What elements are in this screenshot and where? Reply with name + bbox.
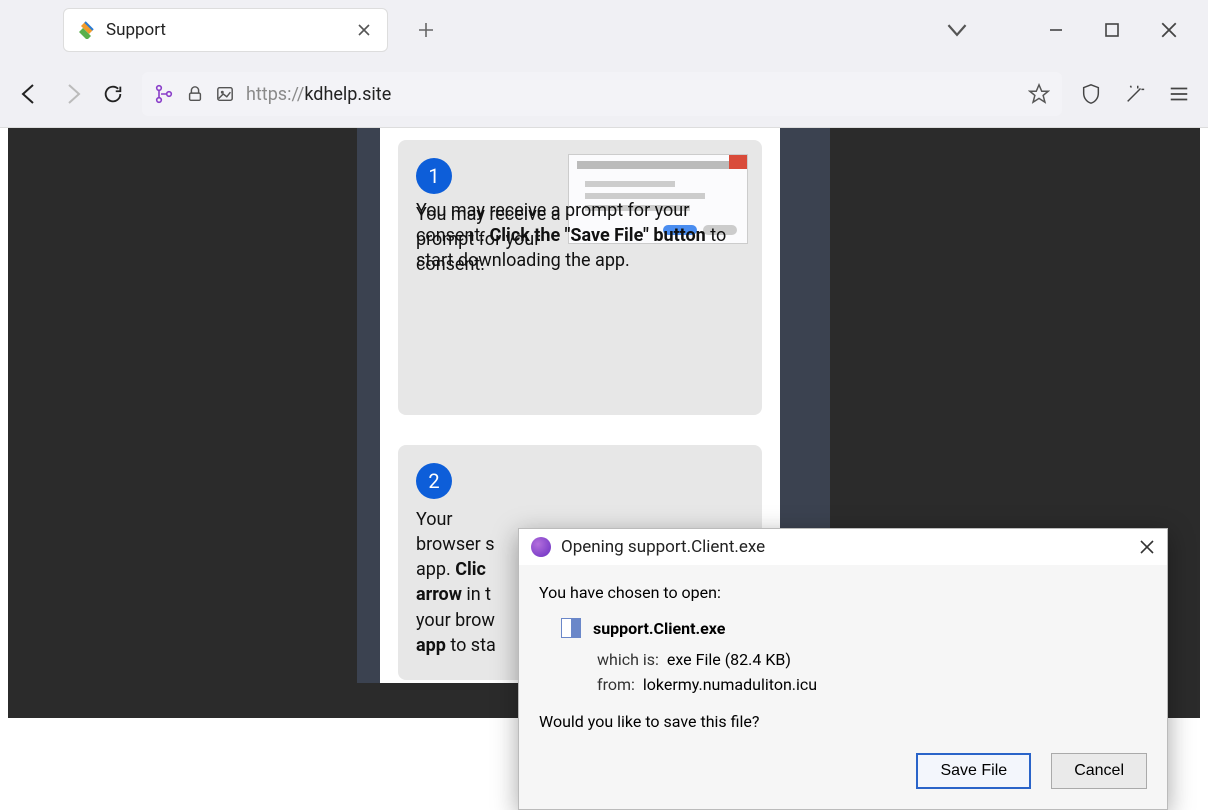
source-control-icon [154, 84, 174, 104]
hamburger-menu-icon[interactable] [1168, 83, 1190, 105]
dialog-chosen-text: You have chosen to open: [539, 583, 1147, 602]
instruction-text-1-full: You may receive a prompt for your consen… [416, 198, 744, 274]
dialog-body: You have chosen to open: support.Client.… [519, 565, 1167, 753]
image-icon [216, 85, 234, 103]
which-is-value: exe File (82.4 KB) [667, 650, 791, 669]
tabs-dropdown-icon[interactable] [946, 19, 968, 41]
tab-close-icon[interactable] [357, 23, 373, 37]
url-bar[interactable]: https://kdhelp.site [142, 72, 1062, 116]
dialog-confirm-text: Would you like to save this file? [539, 712, 1147, 731]
toolbar-right [1080, 83, 1190, 105]
tab-strip: Support [0, 0, 1208, 60]
tab-support[interactable]: Support [63, 8, 388, 52]
tab-title: Support [106, 20, 347, 40]
which-is-label: which is: [597, 650, 659, 669]
dialog-file-row: support.Client.exe [539, 618, 1147, 638]
step-badge-2: 2 [416, 463, 452, 499]
step-badge-1: 1 [416, 158, 452, 194]
shield-icon[interactable] [1080, 83, 1102, 105]
back-button[interactable] [18, 82, 42, 106]
dialog-which-is-row: which is: exe File (82.4 KB) [539, 650, 1147, 669]
toolbar: https://kdhelp.site [0, 60, 1208, 128]
forward-button[interactable] [60, 82, 84, 106]
dialog-close-icon[interactable] [1139, 539, 1155, 555]
url-host: kdhelp.site [304, 84, 391, 105]
url-text: https://kdhelp.site [246, 84, 391, 105]
window-maximize-button[interactable] [1104, 22, 1120, 38]
tab-favicon [78, 21, 96, 39]
reload-button[interactable] [102, 83, 124, 105]
dialog-header: Opening support.Client.exe [519, 529, 1167, 565]
viewport: 1 You may receive a prompt for your cons… [0, 128, 1208, 733]
window-close-button[interactable] [1160, 21, 1178, 39]
new-tab-button[interactable] [418, 22, 434, 38]
dialog-actions: Save File Cancel [519, 753, 1167, 809]
file-icon [561, 618, 581, 638]
instruction-card-1: 1 You may receive a prompt for your cons… [398, 140, 762, 415]
cancel-button[interactable]: Cancel [1051, 753, 1147, 789]
window-controls [946, 0, 1208, 60]
window-minimize-button[interactable] [1048, 22, 1064, 38]
sparkle-wand-icon[interactable] [1124, 83, 1146, 105]
from-value: lokermy.numaduliton.icu [643, 675, 817, 694]
dialog-app-icon [531, 537, 551, 557]
page-sidebar-left [357, 128, 380, 683]
save-file-button[interactable]: Save File [916, 753, 1031, 789]
download-dialog: Opening support.Client.exe You have chos… [518, 528, 1168, 810]
bookmark-star-icon[interactable] [1028, 83, 1050, 105]
dialog-from-row: from: lokermy.numaduliton.icu [539, 675, 1147, 694]
browser-chrome: Support [0, 0, 1208, 128]
dialog-title: Opening support.Client.exe [561, 537, 1139, 557]
dialog-filename: support.Client.exe [593, 619, 725, 638]
url-scheme: https:// [246, 84, 304, 105]
from-label: from: [597, 675, 635, 694]
lock-icon [186, 85, 204, 103]
